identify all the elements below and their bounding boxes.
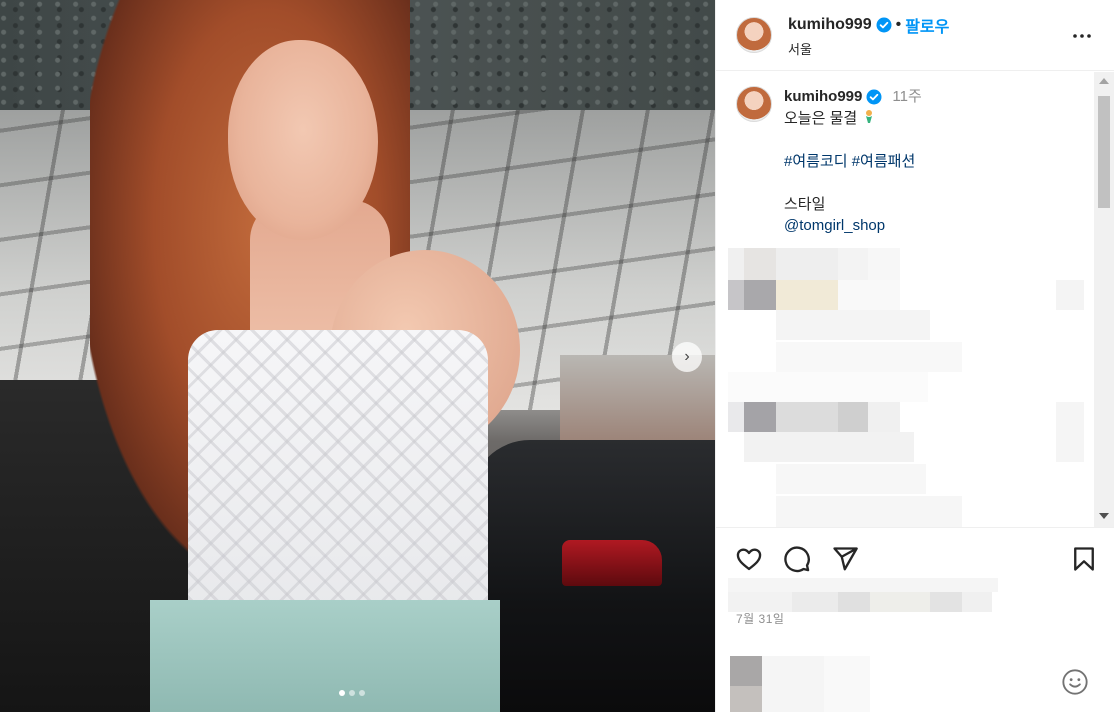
blur-block [762, 656, 824, 712]
blur-block [776, 464, 926, 494]
carousel-dot [339, 690, 345, 696]
blur-block [744, 432, 914, 462]
blur-block [728, 248, 744, 280]
hashtag-link[interactable]: #여름코디 [784, 153, 848, 170]
caption-username[interactable]: kumiho999 [784, 86, 862, 108]
blur-block [730, 686, 762, 712]
blur-block [728, 592, 792, 612]
share-icon [833, 547, 858, 571]
blur-block [930, 592, 962, 612]
mention-link[interactable]: @tomgirl_shop [784, 217, 885, 234]
scrollbar-thumb[interactable] [1098, 96, 1110, 208]
avatar[interactable] [736, 17, 772, 53]
post-side-panel: kumiho999 • 팔로우 서울 kumiho999 11주 오늘은 물결 … [715, 0, 1114, 712]
blur-block [868, 248, 900, 280]
post-actions: 7월 31일 [716, 527, 1114, 712]
blur-block [838, 402, 868, 432]
blur-block [776, 310, 930, 340]
caption-time[interactable]: 11주 [892, 86, 921, 108]
location-link[interactable]: 서울 [788, 39, 949, 58]
blur-block [870, 592, 930, 612]
blur-block [838, 248, 868, 280]
blur-block [1056, 280, 1084, 310]
carousel-next-button[interactable]: › [672, 342, 702, 372]
carousel-dots [339, 690, 365, 696]
blur-block [868, 402, 900, 432]
blur-block [776, 280, 838, 310]
bookmark-icon [1074, 547, 1094, 571]
verified-badge-icon [866, 89, 882, 105]
blur-block [838, 280, 900, 310]
share-button[interactable] [830, 544, 860, 574]
header-separator: • [895, 15, 902, 33]
blur-block [776, 248, 838, 280]
blur-block [824, 656, 870, 712]
comment-button[interactable] [782, 544, 812, 574]
caption-line1: 오늘은 물결 [784, 109, 858, 127]
blur-block [776, 342, 962, 372]
blur-block [744, 248, 776, 280]
blur-block [776, 496, 962, 527]
carousel-dot [349, 690, 355, 696]
instagram-post-modal: › kumiho999 • 팔로우 서울 kumiho999 11주 오늘은 물… [0, 0, 1114, 712]
hashtag-link[interactable]: #여름패션 [852, 153, 916, 170]
scroll-up-arrow-icon[interactable] [1099, 78, 1109, 84]
emoji-icon [1062, 669, 1088, 695]
header-username[interactable]: kumiho999 [788, 16, 872, 34]
blur-block [728, 402, 744, 432]
follow-button[interactable]: 팔로우 [905, 13, 949, 37]
mermaid-emoji-icon [866, 109, 873, 123]
blur-block [1056, 402, 1084, 462]
post-date[interactable]: 7월 31일 [736, 610, 784, 627]
blur-block [962, 592, 992, 612]
post-photo[interactable]: › [0, 0, 715, 712]
post-header: kumiho999 • 팔로우 서울 [716, 0, 1114, 71]
blur-block [728, 280, 744, 310]
blur-block [728, 372, 928, 402]
emoji-button[interactable] [1061, 668, 1089, 701]
blur-block [838, 592, 870, 612]
scroll-down-arrow-icon[interactable] [1099, 513, 1109, 519]
heart-icon [736, 548, 762, 571]
blur-block [730, 656, 762, 686]
blur-block [776, 402, 838, 432]
chevron-right-icon: › [684, 348, 690, 365]
photo-skirt [150, 600, 500, 712]
blur-block [744, 280, 776, 310]
more-options-icon[interactable] [1070, 24, 1094, 49]
like-button[interactable] [734, 544, 764, 574]
caption-line3: 스타일 [784, 195, 826, 213]
blur-block [744, 402, 776, 432]
caption: kumiho999 11주 오늘은 물결 #여름코디 #여름패션 스타일 @to… [736, 86, 922, 237]
save-button[interactable] [1069, 544, 1099, 574]
photo-face [228, 40, 378, 240]
comment-icon [784, 546, 810, 573]
blur-block [792, 592, 838, 612]
carousel-dot [359, 690, 365, 696]
photo-car-taillight [562, 540, 662, 586]
comments-scrollbar[interactable] [1094, 72, 1114, 527]
comments-area: kumiho999 11주 오늘은 물결 #여름코디 #여름패션 스타일 @to… [716, 72, 1114, 527]
blur-block [728, 578, 998, 592]
verified-badge-icon [876, 17, 892, 32]
caption-avatar[interactable] [736, 86, 772, 122]
